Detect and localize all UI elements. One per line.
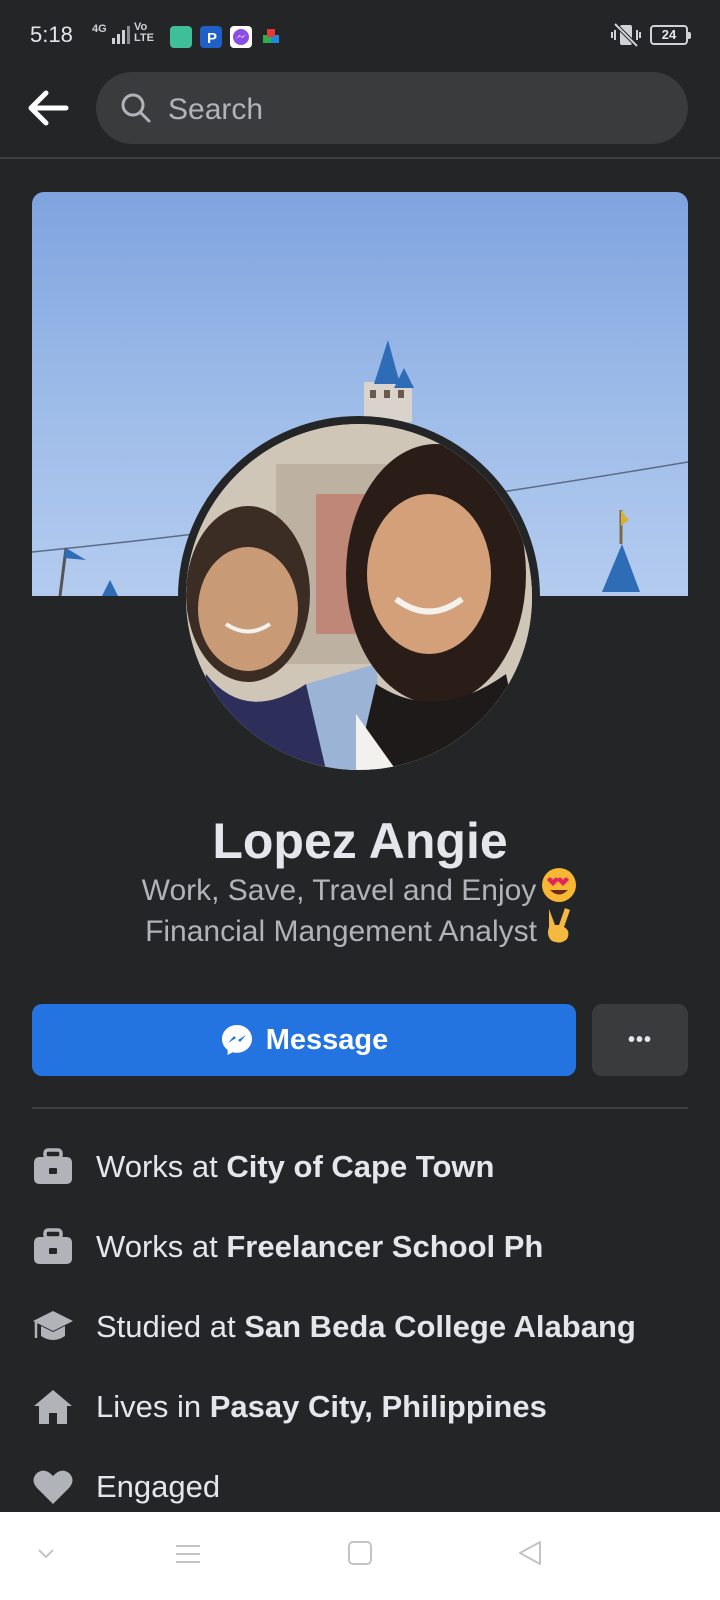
briefcase-icon bbox=[32, 1226, 74, 1268]
search-input[interactable]: Search bbox=[96, 72, 688, 144]
home-nav-icon[interactable] bbox=[346, 1538, 374, 1574]
school-name[interactable]: San Beda College Alabang bbox=[244, 1309, 636, 1344]
more-dots-icon: ••• bbox=[627, 1028, 652, 1051]
home-icon bbox=[32, 1386, 74, 1428]
volte-indicator: Vo LTE bbox=[134, 21, 154, 44]
profile-name: Lopez Angie bbox=[212, 813, 508, 869]
more-options-button[interactable]: ••• bbox=[592, 1004, 688, 1076]
intro-text: Lives in Pasay City, Philippines bbox=[96, 1389, 547, 1424]
intro-item-relationship: Engaged bbox=[32, 1462, 692, 1512]
messenger-icon bbox=[221, 1025, 252, 1055]
header-divider bbox=[0, 157, 720, 159]
network-type: 4G bbox=[92, 23, 107, 35]
svg-text:P: P bbox=[207, 30, 217, 47]
victory-hand-emoji-icon bbox=[541, 905, 575, 953]
message-button-label: Message bbox=[265, 1023, 389, 1056]
calculator-app-icon bbox=[170, 26, 192, 48]
intro-item-work[interactable]: Works at Freelancer School Ph bbox=[32, 1222, 692, 1272]
location-name[interactable]: Pasay City, Philippines bbox=[210, 1389, 547, 1424]
relationship-status: Engaged bbox=[96, 1469, 221, 1504]
menu-icon[interactable] bbox=[174, 1538, 202, 1574]
bio-text: Financial Mangement Analyst bbox=[145, 915, 537, 948]
search-icon bbox=[120, 92, 152, 129]
back-nav-icon[interactable] bbox=[516, 1538, 544, 1574]
messenger-app-icon bbox=[230, 26, 252, 48]
status-time: 5:18 bbox=[30, 22, 73, 47]
intro-item-education[interactable]: Studied at San Beda College Alabang bbox=[32, 1302, 692, 1352]
chevron-down-icon[interactable] bbox=[36, 1538, 56, 1574]
signal-icon bbox=[112, 26, 130, 44]
heart-icon bbox=[32, 1466, 74, 1508]
intro-text: Studied at San Beda College Alabang bbox=[96, 1309, 636, 1344]
employer-name[interactable]: City of Cape Town bbox=[226, 1149, 494, 1184]
arrow-left-icon bbox=[28, 90, 69, 126]
vibrate-icon bbox=[611, 22, 641, 48]
graduation-cap-icon bbox=[32, 1306, 74, 1348]
intro-text: Works at City of Cape Town bbox=[96, 1149, 495, 1184]
employer-name[interactable]: Freelancer School Ph bbox=[226, 1229, 543, 1264]
intro-item-work[interactable]: Works at City of Cape Town bbox=[32, 1142, 692, 1192]
paypal-app-icon: P bbox=[200, 26, 222, 48]
search-placeholder: Search bbox=[168, 93, 264, 126]
briefcase-icon bbox=[32, 1146, 74, 1188]
intro-text: Works at Freelancer School Ph bbox=[96, 1229, 544, 1264]
bio-line: Financial Mangement Analyst bbox=[0, 905, 720, 953]
message-button[interactable]: Message bbox=[32, 1004, 576, 1076]
section-divider bbox=[32, 1107, 688, 1109]
profile-picture[interactable] bbox=[178, 416, 540, 778]
bio-text: Work, Save, Travel and Enjoy bbox=[141, 874, 537, 907]
system-nav-bar bbox=[0, 1512, 720, 1600]
battery-icon: 24 bbox=[650, 25, 691, 45]
puzzle-app-icon bbox=[260, 26, 282, 48]
back-button[interactable] bbox=[24, 84, 72, 132]
intro-item-location[interactable]: Lives in Pasay City, Philippines bbox=[32, 1382, 692, 1432]
status-bar: 5:18 4G Vo LTE P 24 bbox=[0, 0, 720, 70]
